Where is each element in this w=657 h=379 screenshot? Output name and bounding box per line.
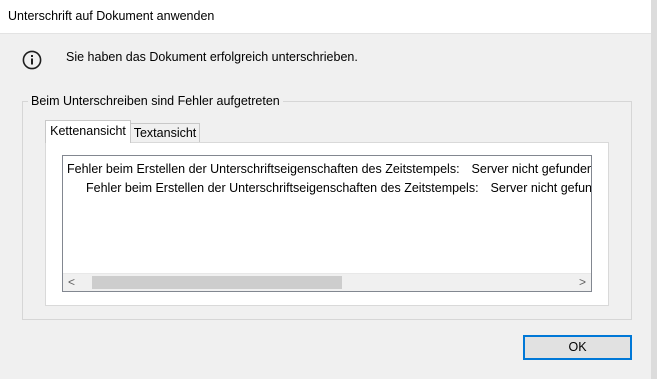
tab-kettenansicht[interactable]: Kettenansicht xyxy=(45,120,131,143)
sign-document-dialog: Unterschrift auf Dokument anwenden Sie h… xyxy=(0,0,657,379)
scrollbar-thumb[interactable] xyxy=(92,276,342,289)
ok-button[interactable]: OK xyxy=(523,335,632,360)
list-item[interactable]: Fehler beim Erstellen der Unterschriftse… xyxy=(86,181,592,195)
title-bar[interactable]: Unterschrift auf Dokument anwenden xyxy=(0,0,657,34)
error-detail: Server nicht gefunden. Fehl xyxy=(471,162,592,176)
scroll-right-icon[interactable]: > xyxy=(574,274,591,291)
error-tree-list[interactable]: Fehler beim Erstellen der Unterschriftse… xyxy=(62,155,592,292)
info-circle-icon xyxy=(22,50,42,70)
error-message: Fehler beim Erstellen der Unterschriftse… xyxy=(67,162,460,176)
horizontal-scrollbar[interactable]: < > xyxy=(63,273,591,291)
window-title: Unterschrift auf Dokument anwenden xyxy=(8,9,215,23)
window-edge xyxy=(651,0,657,379)
scroll-left-icon[interactable]: < xyxy=(63,274,80,291)
error-message: Fehler beim Erstellen der Unterschriftse… xyxy=(86,181,479,195)
errors-group-legend: Beim Unterschreiben sind Fehler aufgetre… xyxy=(28,94,283,108)
success-message: Sie haben das Dokument erfolgreich unter… xyxy=(66,50,358,64)
tab-textansicht[interactable]: Textansicht xyxy=(131,123,200,143)
error-detail: Server nicht gefunden. F xyxy=(490,181,592,195)
list-item[interactable]: Fehler beim Erstellen der Unterschriftse… xyxy=(67,162,592,176)
